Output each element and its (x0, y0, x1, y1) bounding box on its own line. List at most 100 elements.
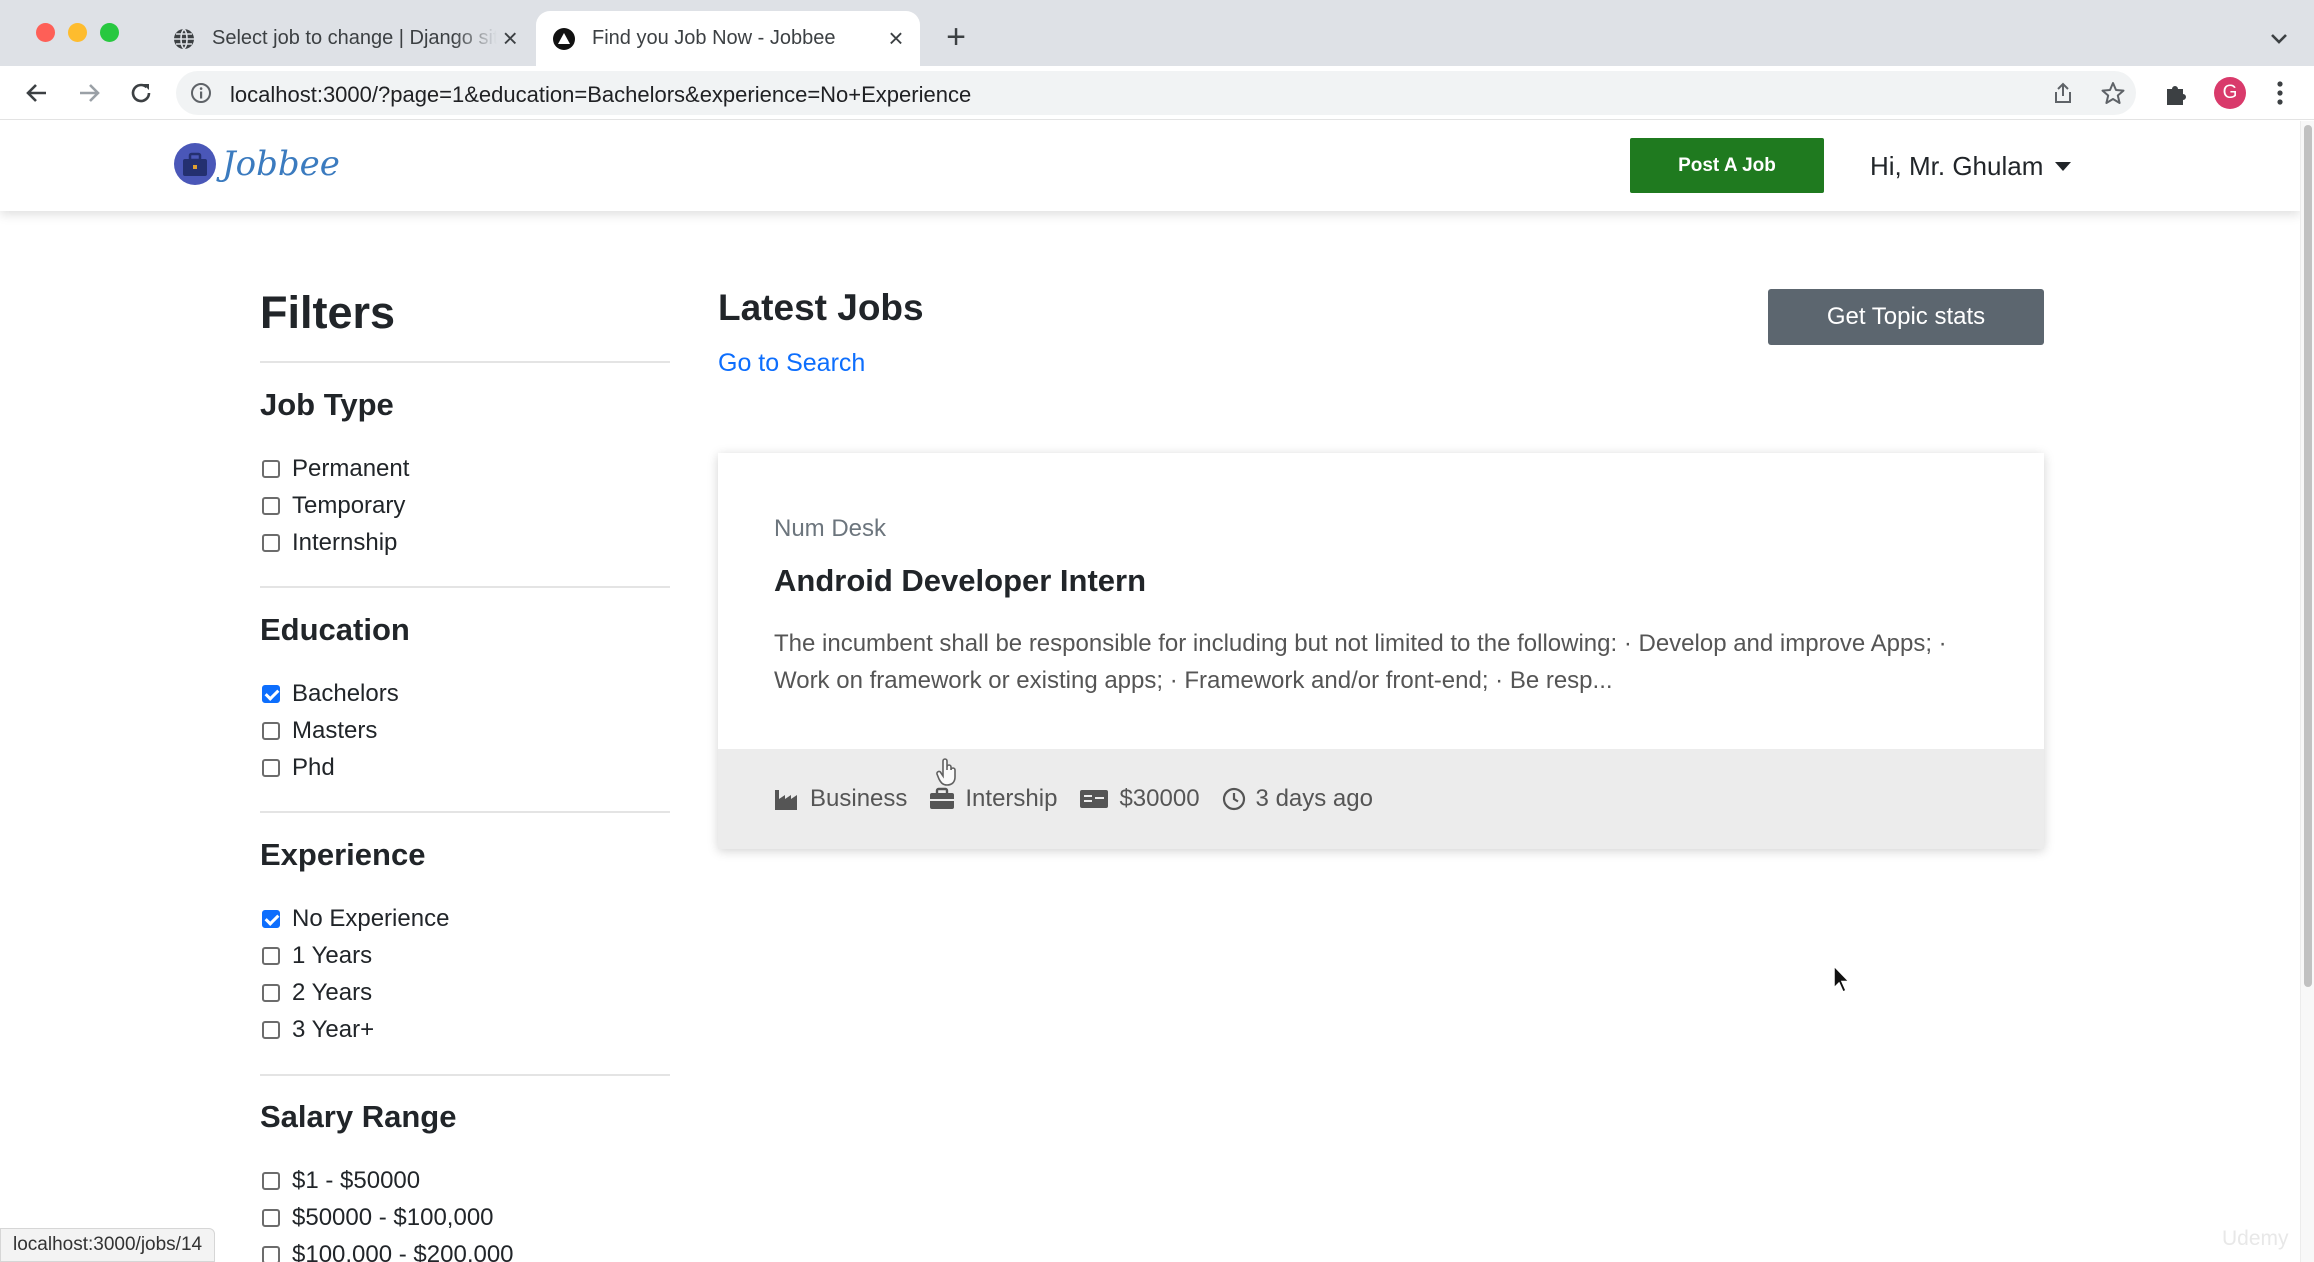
page-content: Jobbee Post A Job Hi, Mr. Ghulam Filters… (0, 121, 2300, 1262)
tab-django-admin[interactable]: Select job to change | Django site admin… (156, 11, 531, 66)
tab-title: Find you Job Now - Jobbee (592, 27, 836, 49)
filter-option-bachelors[interactable]: Bachelors (262, 680, 399, 708)
extensions-puzzle-icon[interactable] (2162, 80, 2190, 108)
checkbox[interactable] (262, 759, 280, 777)
reload-button[interactable] (124, 76, 158, 110)
profile-avatar[interactable]: G (2214, 77, 2246, 109)
close-window-button[interactable] (36, 23, 55, 42)
job-type-heading: Job Type (260, 387, 394, 422)
caret-down-icon (2055, 162, 2072, 171)
maximize-window-button[interactable] (100, 23, 119, 42)
filter-option-3-years-plus[interactable]: 3 Year+ (262, 1016, 374, 1044)
chevron-down-icon[interactable] (2264, 24, 2294, 54)
share-icon[interactable] (2051, 81, 2075, 105)
checkbox[interactable] (262, 534, 280, 552)
clock-icon (1222, 787, 1245, 811)
checkbox[interactable] (262, 497, 280, 515)
posted-label: 3 days ago (1255, 785, 1373, 812)
bookmark-star-icon[interactable] (2100, 80, 2126, 106)
go-to-search-link[interactable]: Go to Search (718, 349, 865, 378)
minimize-window-button[interactable] (68, 23, 87, 42)
divider (260, 811, 670, 813)
page-scrollbar[interactable] (2300, 121, 2314, 1262)
option-label: Temporary (292, 492, 406, 519)
arrow-right-icon (80, 84, 100, 102)
mouse-cursor-icon (1833, 964, 1851, 994)
user-greeting: Hi, Mr. Ghulam (1870, 151, 2044, 181)
option-label: Masters (292, 717, 378, 744)
close-tab-icon[interactable]: × (497, 23, 523, 55)
checkbox[interactable] (262, 685, 280, 703)
tab-title: Select job to change | Django site admin (212, 27, 498, 49)
tab-jobbee[interactable]: Find you Job Now - Jobbee × (536, 11, 920, 66)
hand-pointer-icon (936, 758, 956, 786)
company-name: Num Desk (774, 515, 887, 542)
post-job-button[interactable]: Post A Job (1630, 138, 1824, 193)
logo-text: Jobbee (222, 144, 340, 184)
get-topic-stats-button[interactable]: Get Topic stats (1768, 289, 2044, 345)
option-label: Phd (292, 754, 335, 781)
address-bar[interactable]: localhost:3000/?page=1&education=Bachelo… (176, 71, 2136, 115)
salary-label: $30000 (1119, 785, 1200, 812)
scrollbar-thumb[interactable] (2304, 125, 2312, 987)
new-tab-button[interactable]: + (940, 20, 972, 54)
filter-option-masters[interactable]: Masters (262, 717, 377, 745)
checkbox[interactable] (262, 1246, 280, 1262)
browser-toolbar: localhost:3000/?page=1&education=Bachelo… (0, 66, 2314, 120)
option-label: Permanent (292, 455, 410, 482)
filter-option-phd[interactable]: Phd (262, 754, 335, 782)
salary-range-heading: Salary Range (260, 1099, 457, 1134)
checkbox[interactable] (262, 947, 280, 965)
filter-option-salary-2[interactable]: $50000 - $100,000 (262, 1204, 494, 1232)
option-label: 3 Year+ (292, 1016, 375, 1043)
latest-jobs-title: Latest Jobs (718, 287, 924, 328)
job-description: The incumbent shall be responsible for i… (774, 630, 1947, 694)
divider (260, 1074, 670, 1076)
filters-title: Filters (260, 287, 396, 338)
filter-option-1-years[interactable]: 1 Years (262, 942, 372, 970)
industry-icon (775, 790, 797, 810)
checkbox[interactable] (262, 1209, 280, 1227)
option-label: $50000 - $100,000 (292, 1204, 494, 1231)
filter-option-internship[interactable]: Internship (262, 529, 397, 557)
triangle-logo-icon (553, 27, 575, 50)
option-label: $1 - $50000 (292, 1167, 421, 1194)
filter-option-temporary[interactable]: Temporary (262, 492, 405, 520)
info-icon[interactable] (190, 82, 212, 104)
user-menu-dropdown[interactable]: Hi, Mr. Ghulam (1870, 151, 2072, 182)
briefcase-icon (930, 787, 955, 809)
checkbox[interactable] (262, 984, 280, 1002)
close-tab-icon[interactable]: × (880, 23, 912, 55)
job-card[interactable]: Num Desk Android Developer Intern The in… (718, 453, 2044, 849)
checkbox[interactable] (262, 1021, 280, 1039)
forward-button[interactable] (72, 76, 106, 110)
filter-option-salary-3[interactable]: $100,000 - $200,000 (262, 1241, 514, 1262)
option-label: 2 Years (292, 979, 373, 1006)
reload-icon (131, 83, 151, 103)
checkbox[interactable] (262, 460, 280, 478)
arrow-left-icon (26, 84, 46, 102)
job-title[interactable]: Android Developer Intern (774, 563, 1146, 599)
checkbox[interactable] (262, 722, 280, 740)
option-label: 1 Years (292, 942, 373, 969)
money-bill-icon (1080, 790, 1109, 808)
divider (260, 586, 670, 588)
more-menu-icon[interactable] (2270, 78, 2290, 108)
url-text: localhost:3000/?page=1&education=Bachelo… (230, 82, 972, 107)
filter-option-no-experience[interactable]: No Experience (262, 905, 449, 933)
posted-meta: 3 days ago (1222, 785, 1373, 813)
option-label: Bachelors (292, 680, 399, 707)
education-heading: Education (260, 612, 410, 647)
divider (260, 361, 670, 363)
back-button[interactable] (20, 76, 54, 110)
job-type-label: Intership (965, 785, 1058, 812)
checkbox[interactable] (262, 910, 280, 928)
profile-initial: G (2222, 82, 2238, 103)
site-navbar: Jobbee Post A Job Hi, Mr. Ghulam (0, 121, 2300, 211)
filter-option-salary-1[interactable]: $1 - $50000 (262, 1167, 420, 1195)
checkbox[interactable] (262, 1172, 280, 1190)
site-logo[interactable]: Jobbee (172, 141, 340, 187)
option-label: Internship (292, 529, 398, 556)
filter-option-permanent[interactable]: Permanent (262, 455, 409, 483)
filter-option-2-years[interactable]: 2 Years (262, 979, 372, 1007)
